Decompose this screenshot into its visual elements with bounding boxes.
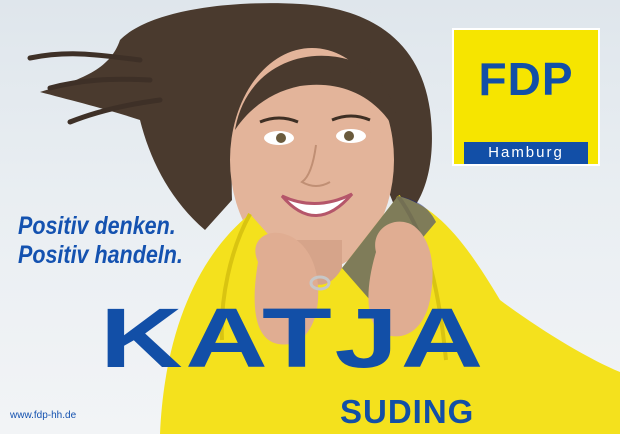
logo-region-label: Hamburg (464, 142, 588, 164)
fdp-hamburg-logo: FDP Hamburg (452, 28, 600, 166)
logo-party-name: FDP (478, 53, 574, 105)
candidate-first-name: KATJA (100, 291, 486, 385)
campaign-poster: FDP Hamburg Positiv denken. Positiv hand… (0, 0, 620, 434)
campaign-slogan: Positiv denken. Positiv handeln. (18, 212, 183, 270)
candidate-last-name: SUDING (340, 393, 475, 430)
website-url: www.fdp-hh.de (10, 410, 77, 421)
slogan-line-2: Positiv handeln. (18, 241, 183, 269)
slogan-line-1: Positiv denken. (18, 212, 176, 240)
